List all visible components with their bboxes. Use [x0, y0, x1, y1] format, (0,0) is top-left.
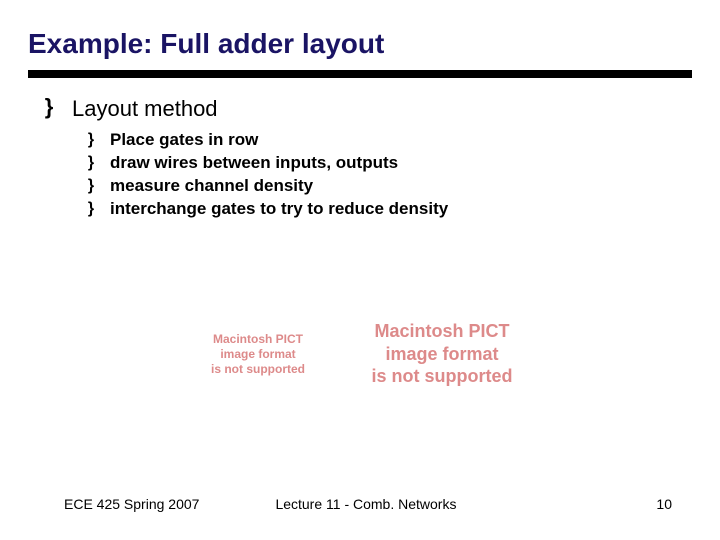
- list-item: } Place gates in row: [84, 130, 720, 150]
- bullet-glyph-icon: }: [84, 199, 98, 219]
- list-item: } interchange gates to try to reduce den…: [84, 199, 720, 219]
- footer-left: ECE 425 Spring 2007: [64, 496, 199, 512]
- bullet-top: } Layout method: [40, 96, 720, 122]
- slide-number: 10: [656, 496, 672, 512]
- pict-unsupported-large: Macintosh PICT image format is not suppo…: [342, 300, 542, 408]
- bullet-glyph-icon: }: [40, 96, 58, 118]
- sub-bullet-list: } Place gates in row } draw wires betwee…: [40, 130, 720, 219]
- list-item-label: Place gates in row: [110, 130, 258, 150]
- slide-footer: ECE 425 Spring 2007 Lecture 11 - Comb. N…: [0, 496, 720, 512]
- slide: Example: Full adder layout } Layout meth…: [0, 0, 720, 540]
- bullet-top-label: Layout method: [72, 96, 218, 122]
- list-item-label: draw wires between inputs, outputs: [110, 153, 398, 173]
- slide-content: } Layout method } Place gates in row } d…: [0, 78, 720, 219]
- footer-center: Lecture 11 - Comb. Networks: [199, 496, 656, 512]
- list-item: } draw wires between inputs, outputs: [84, 153, 720, 173]
- list-item: } measure channel density: [84, 176, 720, 196]
- slide-title: Example: Full adder layout: [0, 0, 720, 60]
- pict-unsupported-small: Macintosh PICT image format is not suppo…: [178, 308, 338, 400]
- title-rule: [28, 70, 692, 78]
- list-item-label: interchange gates to try to reduce densi…: [110, 199, 448, 219]
- bullet-glyph-icon: }: [84, 130, 98, 150]
- image-placeholder-row: Macintosh PICT image format is not suppo…: [0, 308, 720, 408]
- bullet-glyph-icon: }: [84, 153, 98, 173]
- bullet-glyph-icon: }: [84, 176, 98, 196]
- list-item-label: measure channel density: [110, 176, 313, 196]
